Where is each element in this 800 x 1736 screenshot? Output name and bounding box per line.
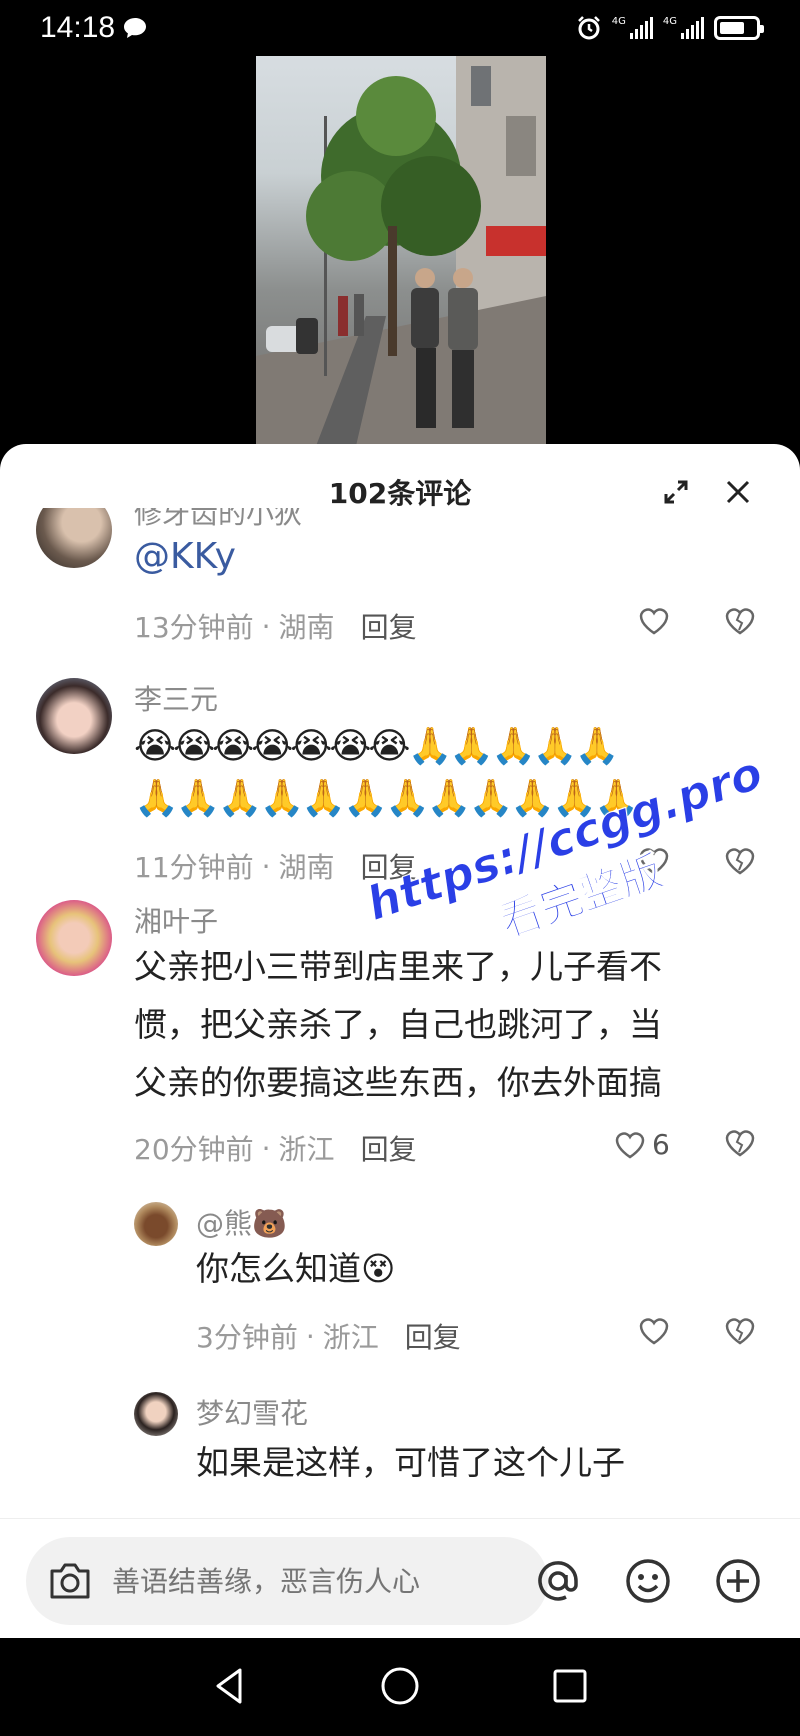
comment-text-line: 😭😭😭😭😭😭😭🙏🙏🙏🙏🙏 [134,726,620,767]
comment-text-line: 惯，把父亲杀了，自己也跳河了，当 [134,1005,662,1044]
comment-meta: 11分钟前 · 湖南 回复 [134,846,417,886]
comment-meta: 20分钟前 · 浙江 回复 [134,1128,417,1168]
expand-icon[interactable] [658,474,694,510]
meta-separator: · [261,1131,271,1165]
like-button[interactable] [638,1316,670,1346]
emoji-icon[interactable] [622,1555,674,1607]
comment-item: 湘叶子 父亲把小三带到店里来了，儿子看不 惯，把父亲杀了，自己也跳河了，当 父亲… [0,900,800,1180]
video-player[interactable] [0,56,800,456]
signal-1-icon: 4G [612,17,653,39]
street-scene-image [256,56,546,446]
home-icon[interactable] [378,1664,422,1708]
status-time: 14:18 [40,11,116,44]
heart-icon [615,1131,645,1158]
meta-separator: · [305,1319,315,1353]
back-icon[interactable] [208,1664,252,1708]
reply-author[interactable]: 梦幻雪花 [196,1392,308,1432]
reply-author[interactable]: @熊🐻 [196,1202,287,1242]
comment-list[interactable]: 修牙齿的小狄 @KKy 13分钟前 · 湖南 回复 李三元 😭😭😭😭😭😭😭🙏🙏🙏… [0,508,800,1508]
battery-icon [714,16,764,40]
status-bar: 14:18 4G 4G [0,0,800,56]
recents-icon[interactable] [548,1664,592,1708]
chat-bubble-icon [124,18,147,38]
comment-time: 13分钟前 [134,611,254,644]
like-button[interactable]: 6 [614,1128,670,1161]
avatar[interactable] [134,1392,178,1436]
comment-author[interactable]: 李三元 [134,678,218,718]
camera-icon[interactable] [46,1559,94,1603]
avatar[interactable] [36,508,112,568]
dislike-icon[interactable] [724,846,756,876]
reply-item: @熊🐻 你怎么知道😵 3分钟前 · 浙江 回复 [0,1198,800,1368]
signal-2-icon: 4G [663,17,704,39]
comment-meta: 13分钟前 · 湖南 回复 [134,606,417,646]
comment-input[interactable] [112,1564,492,1598]
reply-item: 梦幻雪花 如果是这样，可惜了这个儿子 [0,1388,800,1508]
avatar[interactable] [36,678,112,754]
dislike-icon[interactable] [724,1316,756,1346]
dislike-icon[interactable] [724,606,756,636]
comment-time: 20分钟前 [134,1133,254,1166]
like-count: 6 [652,1128,670,1161]
like-button[interactable] [638,846,670,876]
add-icon[interactable] [712,1555,764,1607]
reply-text: 如果是这样，可惜了这个儿子 [196,1443,625,1482]
meta-separator: · [261,849,271,883]
meta-separator: · [261,609,271,643]
heart-icon [639,1318,669,1345]
heart-icon [639,848,669,875]
dislike-icon[interactable] [724,1128,756,1158]
comment-item: 修牙齿的小狄 @KKy 13分钟前 · 湖南 回复 [0,508,800,658]
reply-button[interactable]: 回复 [405,1316,461,1356]
reply-meta: 3分钟前 · 浙江 回复 [196,1316,461,1356]
comment-text-line: 父亲把小三带到店里来了，儿子看不 [134,947,662,986]
comment-region: 浙江 [278,1133,335,1166]
avatar[interactable] [134,1202,178,1246]
comment-author[interactable]: 湘叶子 [134,900,218,940]
comment-text-line: 父亲的你要搞这些东西，你去外面搞 [134,1063,662,1102]
reply-text: 你怎么知道😵 [196,1249,396,1288]
comment-item: 李三元 😭😭😭😭😭😭😭🙏🙏🙏🙏🙏 🙏🙏🙏🙏🙏🙏🙏🙏🙏🙏🙏🙏 11分钟前 · 湖南… [0,678,800,908]
like-button[interactable] [638,606,670,636]
reply-region: 浙江 [322,1321,379,1354]
reply-button[interactable]: 回复 [361,606,417,646]
comment-count-title: 102条评论 [328,477,472,510]
status-icons: 4G 4G [576,15,764,41]
mention-icon[interactable] [532,1555,584,1607]
video-frame [256,56,546,446]
heart-icon [639,608,669,635]
avatar[interactable] [36,900,112,976]
comment-region: 湖南 [278,851,335,884]
alarm-icon [577,16,600,40]
close-icon[interactable] [720,474,756,510]
reply-button[interactable]: 回复 [361,1128,417,1168]
comment-time: 11分钟前 [134,851,254,884]
comment-region: 湖南 [278,611,335,644]
comment-text-line: 🙏🙏🙏🙏🙏🙏🙏🙏🙏🙏🙏🙏 [134,778,639,819]
reply-button[interactable]: 回复 [361,846,417,886]
comment-input-pill[interactable] [26,1537,548,1625]
comment-text: @KKy [134,536,236,577]
system-nav-bar [0,1638,800,1736]
comments-sheet: 102条评论 修牙齿的小狄 @KKy 13分钟前 · 湖南 回复 李三元 😭😭😭 [0,444,800,1638]
reply-time: 3分钟前 [196,1321,298,1354]
comment-input-bar [0,1518,800,1638]
